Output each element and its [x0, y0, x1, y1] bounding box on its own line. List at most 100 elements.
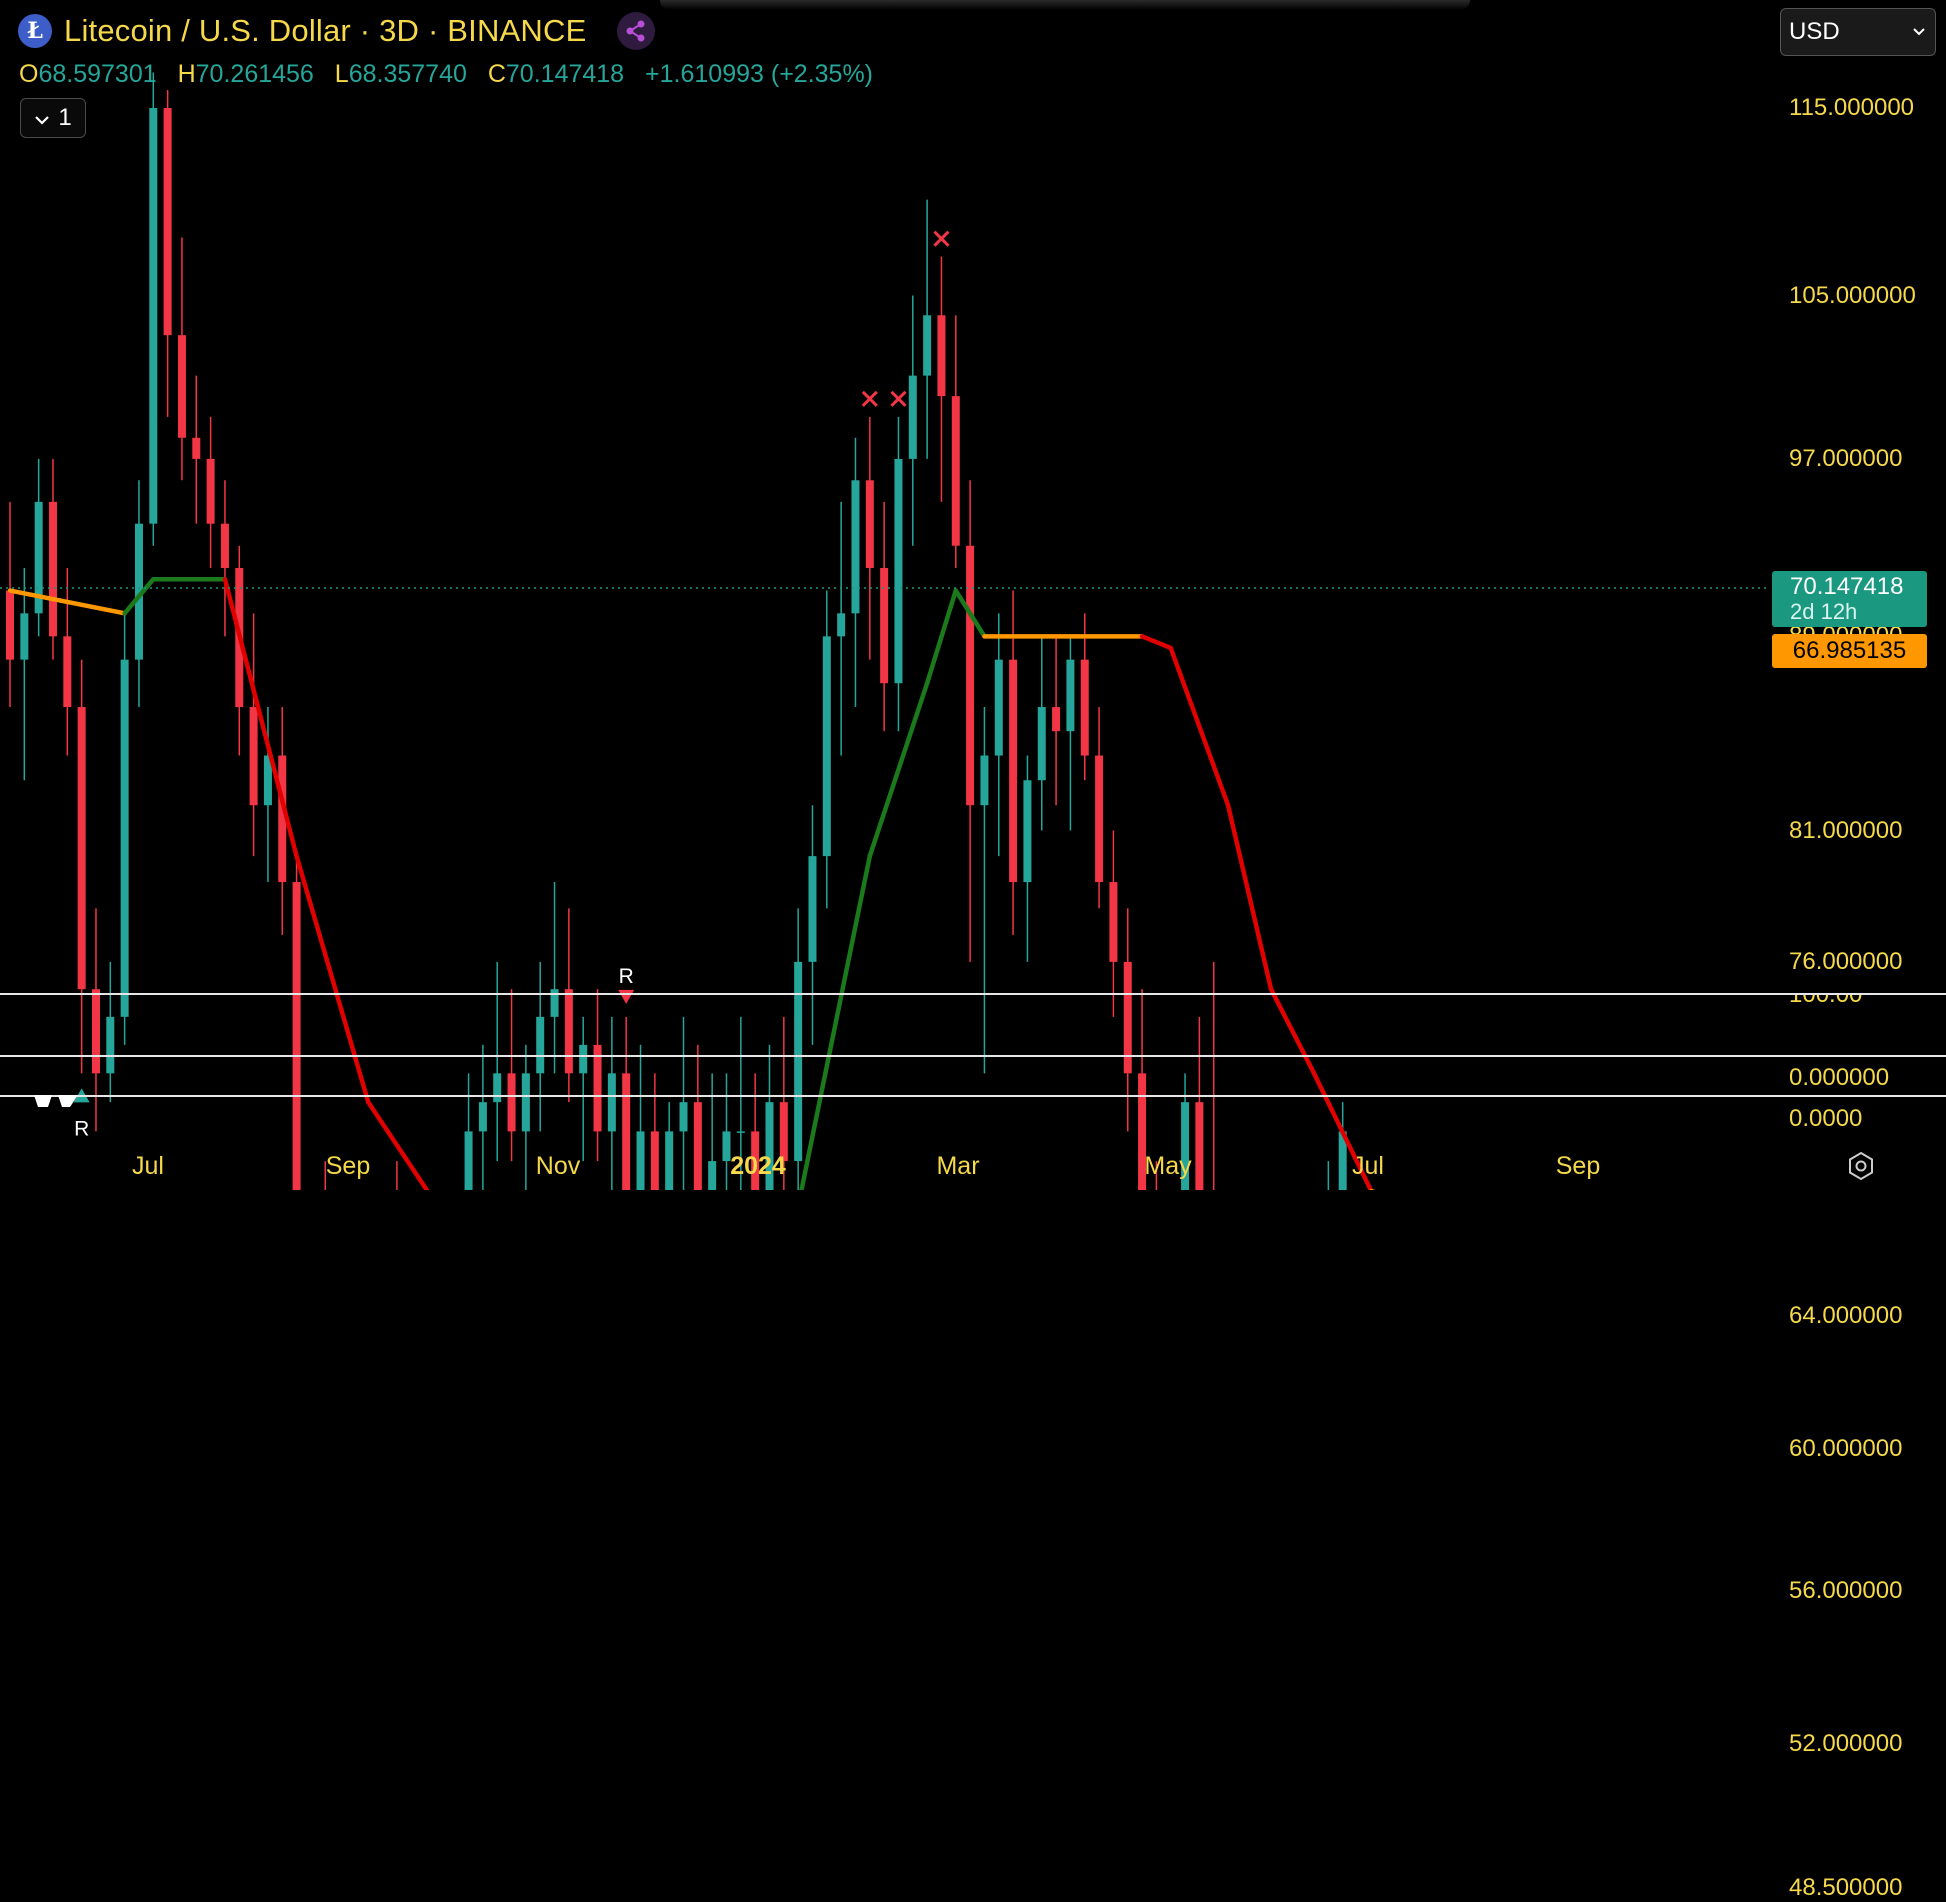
- candle: [1212, 961, 1215, 1190]
- close-key: C: [487, 60, 506, 88]
- candle: [1123, 908, 1132, 1132]
- candle: [120, 613, 129, 1045]
- candle: [1095, 707, 1104, 909]
- candle: [396, 1161, 398, 1190]
- y-tick-label: 52.000000: [1789, 1730, 1903, 1758]
- candle: [808, 805, 817, 1045]
- exit-x-marker: [861, 390, 878, 407]
- pane-divider[interactable]: [0, 993, 1946, 995]
- open-key: O: [19, 60, 39, 88]
- symbol-header[interactable]: Ł Litecoin / U.S. Dollar · 3D · BINANCE: [18, 12, 655, 50]
- candle: [493, 961, 502, 1162]
- bar-countdown: 2d 12h: [1790, 599, 1858, 624]
- pane-divider[interactable]: [0, 1095, 1946, 1097]
- symbol-title[interactable]: Litecoin / U.S. Dollar · 3D · BINANCE: [64, 13, 587, 49]
- candle: [20, 568, 29, 781]
- x-tick-label: Jul: [1352, 1152, 1384, 1180]
- trend-line-segment: [1268, 986, 1317, 1076]
- currency-value: USD: [1789, 18, 1840, 45]
- change-value: +1.610993 (+2.35%): [645, 60, 874, 88]
- candle: [708, 1073, 717, 1190]
- candle: [564, 908, 573, 1103]
- ohlc-readout: O68.597301 H70.261456 L68.357740 C70.147…: [19, 60, 887, 89]
- candle: [665, 1102, 674, 1190]
- share-nodes-icon[interactable]: [616, 12, 655, 50]
- y-tick-label: 81.000000: [1789, 816, 1903, 844]
- pane3-axis-label: 0.0000: [1789, 1105, 1863, 1132]
- currency-select[interactable]: USD: [1780, 8, 1936, 56]
- y-tick-label: 48.500000: [1789, 1873, 1903, 1901]
- signal-label: R: [619, 965, 634, 988]
- trend-line-segment: [1139, 634, 1173, 651]
- candle: [607, 1016, 616, 1190]
- candle: [206, 416, 215, 569]
- candle: [1327, 1161, 1330, 1190]
- candle: [636, 1044, 645, 1190]
- tradingview-logo-icon: [34, 1095, 78, 1107]
- indicator-count: 1: [58, 104, 72, 131]
- x-tick-label: Sep: [325, 1152, 371, 1180]
- collapse-indicators-button[interactable]: 1: [20, 98, 86, 138]
- candle: [908, 295, 917, 546]
- candle: [177, 237, 186, 481]
- candle: [693, 1044, 702, 1190]
- price-chart[interactable]: RRR: [0, 0, 1946, 1190]
- candle: [149, 72, 158, 546]
- candle: [980, 707, 989, 1074]
- candle: [851, 437, 860, 708]
- y-tick-label: 64.000000: [1789, 1302, 1903, 1330]
- chevron-down-icon: [1913, 23, 1925, 41]
- candle: [994, 613, 1003, 857]
- candle: [1066, 636, 1075, 831]
- trend-line-segment: [366, 1099, 430, 1190]
- y-tick-label: 56.000000: [1789, 1577, 1903, 1605]
- trend-level-tag: 66.985135: [1772, 634, 1927, 668]
- candle: [937, 256, 946, 502]
- pane2-axis-label: 0.000000: [1789, 1064, 1890, 1091]
- candle: [292, 856, 301, 1190]
- y-tick-label: 97.000000: [1789, 444, 1903, 472]
- trend-line-segment: [294, 853, 371, 1105]
- chevron-down-icon: [34, 104, 50, 132]
- y-tick-label: 76.000000: [1789, 947, 1903, 975]
- x-tick-label: May: [1144, 1152, 1192, 1180]
- candle: [6, 501, 14, 708]
- candle: [951, 315, 960, 569]
- candle: [163, 90, 172, 417]
- candle: [894, 416, 903, 732]
- candle: [865, 416, 874, 660]
- candle: [679, 1016, 688, 1190]
- candle: [478, 1044, 487, 1190]
- candle: [106, 961, 115, 1103]
- candle: [536, 961, 545, 1132]
- y-tick-label: 60.000000: [1789, 1435, 1903, 1463]
- low-value: 68.357740: [348, 60, 467, 88]
- candle: [1195, 1016, 1204, 1190]
- candle: [1338, 1102, 1347, 1190]
- settings-gear-icon[interactable]: [1846, 1151, 1876, 1186]
- open-value: 68.597301: [38, 60, 157, 88]
- candle: [1023, 755, 1032, 962]
- top-toolbar-shadow: [660, 0, 1470, 10]
- trend-line-segment: [222, 576, 299, 859]
- candle: [794, 908, 803, 1190]
- trend-line-segment: [924, 588, 959, 686]
- candle: [822, 590, 831, 909]
- candle: [880, 501, 889, 732]
- candle: [77, 659, 86, 1074]
- candle: [91, 908, 100, 1132]
- trend-line-segment: [1168, 645, 1231, 808]
- trend-line-segment: [1225, 802, 1274, 992]
- candle: [622, 1016, 631, 1190]
- candle: [1037, 636, 1046, 831]
- candle: [249, 613, 258, 857]
- x-tick-label: 2024: [730, 1152, 786, 1180]
- x-tick-label: Sep: [1555, 1152, 1601, 1180]
- candle: [1052, 636, 1061, 806]
- candle: [1009, 590, 1018, 935]
- exit-x-marker: [933, 230, 950, 247]
- x-tick-label: Mar: [936, 1152, 980, 1180]
- candle: [923, 199, 932, 459]
- pane-divider[interactable]: [0, 1055, 1946, 1057]
- candle: [63, 568, 72, 756]
